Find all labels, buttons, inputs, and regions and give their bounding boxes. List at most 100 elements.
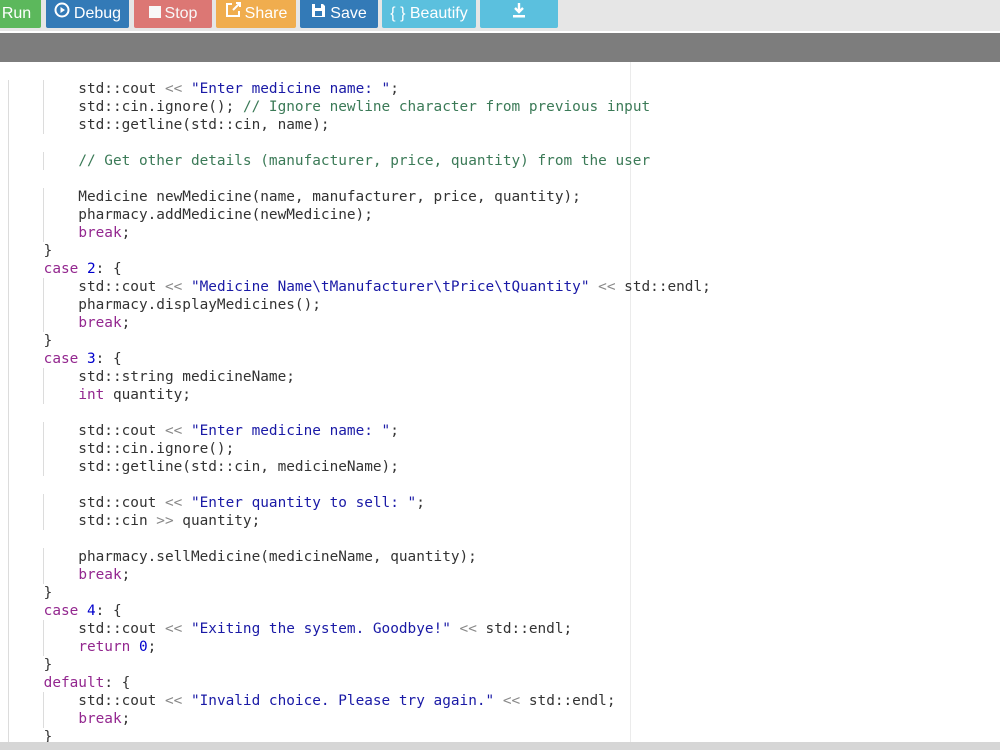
indent-guide — [42, 386, 44, 404]
code-line[interactable]: } — [8, 656, 711, 674]
indent-guide — [42, 314, 44, 332]
indent-guide — [8, 530, 9, 548]
code-text: std::string medicineName; — [9, 369, 295, 385]
code-line[interactable]: std::cout << "Enter medicine name: "; — [8, 80, 711, 98]
debug-button-label: Debug — [73, 5, 122, 22]
code-line[interactable]: std::getline(std::cin, medicineName); — [8, 458, 711, 476]
code-line[interactable]: } — [8, 728, 711, 742]
indent-guide — [8, 368, 9, 386]
code-text: std::cout << "Enter medicine name: "; — [9, 81, 399, 97]
stop-icon — [148, 0, 161, 28]
code-text: // Get other details (manufacturer, pric… — [78, 153, 651, 169]
code-text: } — [9, 657, 53, 673]
code-line[interactable]: pharmacy.displayMedicines(); — [8, 296, 711, 314]
indent-guide — [8, 692, 9, 710]
save-button[interactable]: Save — [300, 0, 378, 28]
code-line[interactable]: // Get other details (manufacturer, pric… — [8, 152, 711, 170]
indent-guide — [8, 224, 9, 242]
code-line[interactable]: std::cout << "Invalid choice. Please try… — [8, 692, 711, 710]
code-line[interactable]: } — [8, 242, 711, 260]
code-text: std::cin >> quantity; — [9, 513, 261, 529]
indent-guide — [42, 638, 44, 656]
code-line[interactable]: } — [8, 584, 711, 602]
indent-guide — [8, 512, 9, 530]
indent-guide — [42, 206, 44, 224]
indent-guide — [42, 710, 44, 728]
indent-guide — [8, 566, 9, 584]
code-text: break; — [78, 711, 131, 727]
indent-guide — [42, 116, 44, 134]
stop-button[interactable]: Stop — [134, 0, 212, 28]
code-text: case 4: { — [43, 603, 122, 619]
indent-guide — [42, 548, 44, 566]
code-line[interactable]: break; — [8, 710, 711, 728]
code-line[interactable]: case 3: { — [8, 350, 711, 368]
indent-guide — [8, 710, 9, 728]
indent-guide — [8, 242, 9, 260]
code-line[interactable]: return 0; — [8, 638, 711, 656]
horizontal-scrollbar[interactable] — [0, 742, 1000, 750]
code-editor[interactable]: std::cout << "Enter medicine name: "; st… — [0, 62, 1000, 742]
indent-guide — [8, 170, 9, 188]
code-line[interactable]: std::cout << "Enter quantity to sell: "; — [8, 494, 711, 512]
indent-guide — [8, 116, 9, 134]
indent-guide — [8, 494, 9, 512]
code-line[interactable]: break; — [8, 566, 711, 584]
code-line[interactable] — [8, 530, 711, 548]
code-text: break; — [78, 567, 131, 583]
code-line[interactable]: std::cin >> quantity; — [8, 512, 711, 530]
indent-guide — [8, 350, 9, 368]
code-line[interactable]: break; — [8, 314, 711, 332]
code-line[interactable] — [8, 404, 711, 422]
code-line[interactable] — [8, 170, 711, 188]
code-line[interactable]: break; — [8, 224, 711, 242]
code-line[interactable] — [8, 134, 711, 152]
indent-guide — [8, 332, 9, 350]
beautify-button-label: { } Beautify — [390, 5, 468, 22]
code-line[interactable]: std::getline(std::cin, name); — [8, 116, 711, 134]
indent-guide — [8, 638, 9, 656]
code-line[interactable]: std::cout << "Medicine Name\tManufacture… — [8, 278, 711, 296]
run-button[interactable]: Run — [0, 0, 41, 28]
debug-button[interactable]: Debug — [46, 0, 129, 28]
editor-tab-bar — [0, 33, 1000, 62]
download-icon — [511, 0, 527, 28]
code-line[interactable]: std::cin.ignore(); // Ignore newline cha… — [8, 98, 711, 116]
indent-guide — [8, 404, 9, 422]
code-line[interactable]: Medicine newMedicine(name, manufacturer,… — [8, 188, 711, 206]
indent-guide — [8, 260, 9, 278]
code-line[interactable]: std::cout << "Enter medicine name: "; — [8, 422, 711, 440]
code-text: pharmacy.sellMedicine(medicineName, quan… — [9, 549, 477, 565]
code-line[interactable]: default: { — [8, 674, 711, 692]
code-content[interactable]: std::cout << "Enter medicine name: "; st… — [8, 80, 711, 742]
code-line[interactable]: std::cin.ignore(); — [8, 440, 711, 458]
code-line[interactable] — [8, 476, 711, 494]
share-button[interactable]: Share — [216, 0, 296, 28]
code-text: } — [9, 729, 53, 742]
download-button[interactable] — [480, 0, 558, 28]
indent-guide — [8, 656, 9, 674]
toolbar: Run Debug Stop Share Save { } Beautify — [0, 0, 1000, 31]
indent-guide — [8, 458, 9, 476]
code-line[interactable]: case 2: { — [8, 260, 711, 278]
code-line[interactable]: pharmacy.sellMedicine(medicineName, quan… — [8, 548, 711, 566]
code-line[interactable]: } — [8, 332, 711, 350]
indent-guide — [42, 80, 44, 98]
indent-guide — [42, 440, 44, 458]
code-text: pharmacy.addMedicine(newMedicine); — [9, 207, 373, 223]
code-line[interactable]: std::string medicineName; — [8, 368, 711, 386]
code-line[interactable]: int quantity; — [8, 386, 711, 404]
beautify-button[interactable]: { } Beautify — [382, 0, 476, 28]
indent-guide — [8, 314, 9, 332]
indent-guide — [42, 458, 44, 476]
code-line[interactable]: pharmacy.addMedicine(newMedicine); — [8, 206, 711, 224]
code-text: int quantity; — [78, 387, 191, 403]
code-line[interactable]: std::cout << "Exiting the system. Goodby… — [8, 620, 711, 638]
indent-guide — [8, 386, 9, 404]
code-text: break; — [78, 225, 131, 241]
indent-guide — [8, 206, 9, 224]
indent-guide — [42, 152, 44, 170]
indent-guide — [8, 296, 9, 314]
indent-guide — [8, 728, 9, 742]
code-line[interactable]: case 4: { — [8, 602, 711, 620]
